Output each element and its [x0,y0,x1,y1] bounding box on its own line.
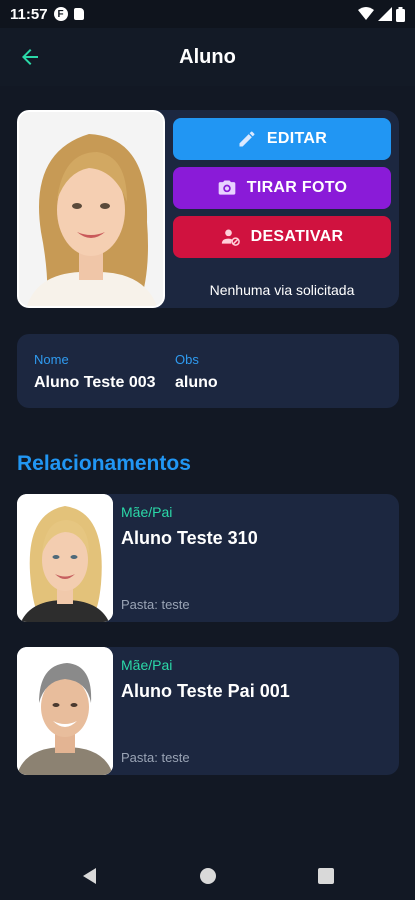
student-info-card: Nome Aluno Teste 003 Obs aluno [17,334,399,408]
status-time: 11:57 [10,5,48,23]
nav-recents-icon[interactable] [317,867,335,885]
relationship-card[interactable]: Mãe/Pai Aluno Teste 310 Pasta: teste [17,494,399,622]
relationship-card[interactable]: Mãe/Pai Aluno Teste Pai 001 Pasta: teste [17,647,399,775]
card-request-status: Nenhuma via solicitada [209,282,355,298]
battery-icon [396,6,405,22]
relationships-title: Relacionamentos [17,452,191,475]
status-bar: 11:57 F [0,0,415,28]
signal-icon [378,7,392,21]
wifi-icon [358,7,374,20]
deactivate-button-label: DESATIVAR [250,228,344,245]
obs-label: Obs [175,352,199,367]
profile-card: EDITAR TIRAR FOTO DESATIVAR Nenhuma via … [17,110,399,308]
student-photo-image [19,112,163,306]
take-photo-button[interactable]: TIRAR FOTO [173,167,391,209]
relationship-folder: Pasta: teste [121,597,190,612]
relationship-name: Aluno Teste 310 [121,528,258,548]
pencil-icon [239,131,255,147]
edit-button-label: EDITAR [266,130,328,147]
edit-button[interactable]: EDITAR [173,118,391,160]
relationship-folder: Pasta: teste [121,750,190,765]
student-photo[interactable] [17,110,165,308]
arrow-left-icon [22,49,38,65]
relationship-photo [17,494,113,622]
relationship-role: Mãe/Pai [121,657,173,673]
relationship-photo [17,647,113,775]
user-block-icon [221,229,240,246]
deactivate-button[interactable]: DESATIVAR [173,216,391,258]
relationship-role: Mãe/Pai [121,504,173,520]
back-button[interactable] [18,45,42,69]
app-bar: Aluno [0,28,415,86]
status-right [358,6,405,22]
status-left: 11:57 F [10,6,84,23]
page-title: Aluno [179,45,236,68]
name-value: Aluno Teste 003 [34,374,156,391]
relationship-photo-image [17,647,113,775]
system-nav-bar [0,852,415,900]
relationship-photo-image [17,494,113,622]
take-photo-button-label: TIRAR FOTO [246,179,348,196]
obs-value: aluno [175,374,218,391]
name-label: Nome [34,352,69,367]
nav-home-icon[interactable] [199,867,217,885]
camera-icon [218,180,236,195]
sd-card-icon [73,8,84,20]
relationship-name: Aluno Teste Pai 001 [121,681,290,701]
nav-back-icon[interactable] [81,867,99,885]
app-notification-icon: F [53,7,68,21]
